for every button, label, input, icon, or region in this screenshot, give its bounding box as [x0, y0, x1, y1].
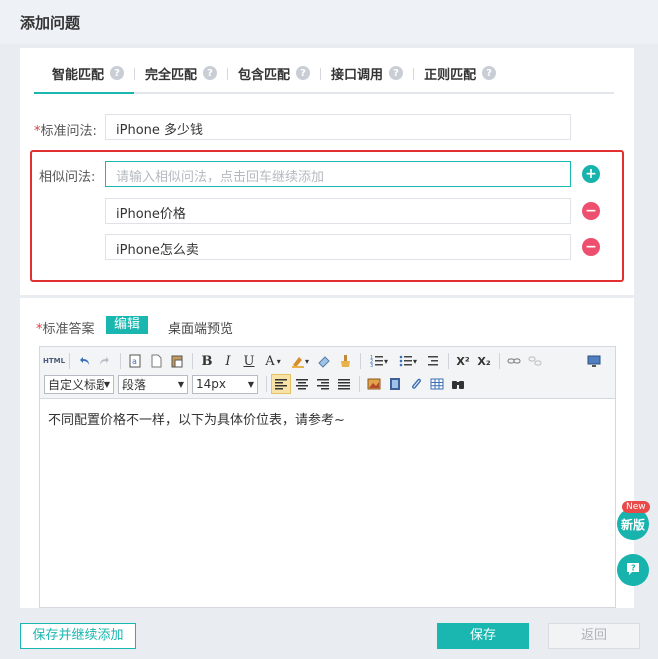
heading-select[interactable]: 自定义标题 ▼ — [44, 374, 114, 394]
answer-panel: *标准答案 编辑 桌面端预览 HTML a B I U A ▾ ▾ 1 2 3 … — [20, 298, 634, 608]
standard-answer-label: *标准答案 — [36, 318, 95, 337]
link-icon[interactable] — [504, 351, 524, 371]
dialog-title: 添加问题 — [0, 0, 658, 44]
superscript-button[interactable]: X² — [453, 351, 473, 371]
save-button[interactable]: 保存 — [437, 623, 529, 649]
similar-question-item[interactable]: iPhone怎么卖 — [105, 234, 571, 260]
add-similar-question-button[interactable]: + — [582, 165, 600, 183]
font-size-select-value: 14px — [196, 377, 226, 391]
desktop-preview-tab[interactable]: 桌面端预览 — [168, 318, 233, 337]
font-size-select[interactable]: 14px ▼ — [192, 374, 258, 394]
unlink-icon[interactable] — [525, 351, 545, 371]
tab-contains-match[interactable]: 包含匹配 ? — [228, 64, 320, 94]
html-source-button[interactable]: HTML — [43, 351, 65, 371]
rich-text-editor: HTML a B I U A ▾ ▾ 1 2 3 ▾ ▾ X² X₂ 自定义标题… — [39, 346, 616, 608]
back-button[interactable]: 返回 — [548, 623, 640, 649]
tab-label: 接口调用 — [331, 68, 384, 83]
unordered-list-icon[interactable]: ▾ — [394, 351, 422, 371]
similar-question-item[interactable]: iPhone价格 — [105, 198, 571, 224]
editor-content[interactable]: 不同配置价格不一样，以下为具体价位表，请参考~ — [48, 409, 345, 428]
paste-icon[interactable] — [167, 351, 187, 371]
toolbar-divider — [192, 353, 193, 369]
editor-toolbar: HTML a B I U A ▾ ▾ 1 2 3 ▾ ▾ X² X₂ 自定义标题… — [40, 347, 615, 399]
search-replace-icon[interactable] — [448, 374, 468, 394]
match-type-tabs: 智能匹配 ? 完全匹配 ? 包含匹配 ? 接口调用 ? 正则匹配 ? — [34, 64, 614, 94]
image-icon[interactable] — [364, 374, 384, 394]
font-color-label: A — [265, 353, 275, 369]
toolbar-row: HTML a B I U A ▾ ▾ 1 2 3 ▾ ▾ X² X₂ — [43, 350, 605, 372]
save-and-continue-button[interactable]: 保存并继续添加 — [20, 623, 136, 649]
align-justify-icon[interactable] — [334, 374, 354, 394]
fullscreen-icon[interactable] — [584, 351, 604, 371]
heading-select-value: 自定义标题 — [48, 377, 104, 392]
tab-label: 包含匹配 — [238, 68, 291, 83]
edit-mode-tab[interactable]: 编辑 — [106, 316, 149, 334]
question-icon: ? — [625, 561, 641, 580]
dialog-footer: 保存并继续添加 保存 返回 — [0, 608, 658, 659]
question-panel: 智能匹配 ? 完全匹配 ? 包含匹配 ? 接口调用 ? 正则匹配 ? *标准问法… — [20, 48, 634, 295]
standard-question-label-text: 标准问法: — [40, 124, 97, 139]
underline-button[interactable]: U — [239, 351, 259, 371]
help-icon[interactable]: ? — [482, 66, 497, 80]
new-document-icon[interactable] — [146, 351, 166, 371]
toolbar-row: 自定义标题 ▼ 段落 ▼ 14px ▼ — [44, 373, 469, 395]
font-color-button[interactable]: A ▾ — [260, 351, 286, 371]
standard-question-input[interactable]: iPhone 多少钱 — [105, 114, 571, 140]
align-right-icon[interactable] — [313, 374, 333, 394]
help-icon[interactable]: ? — [110, 66, 125, 80]
help-chat-button[interactable]: ? — [617, 554, 649, 586]
svg-text:a: a — [132, 357, 137, 366]
redo-icon[interactable] — [95, 351, 115, 371]
paragraph-select[interactable]: 段落 ▼ — [118, 374, 188, 394]
attachment-icon[interactable] — [406, 374, 426, 394]
help-icon[interactable]: ? — [203, 66, 218, 80]
standard-answer-label-text: 标准答案 — [42, 322, 95, 337]
video-icon[interactable] — [385, 374, 405, 394]
undo-icon[interactable] — [74, 351, 94, 371]
paragraph-select-value: 段落 — [122, 377, 147, 392]
paste-text-icon[interactable]: a — [125, 351, 145, 371]
toolbar-divider — [359, 376, 360, 392]
remove-similar-question-button[interactable]: − — [582, 202, 600, 220]
ordered-list-icon[interactable]: 1 2 3 ▾ — [365, 351, 393, 371]
toolbar-divider — [360, 353, 361, 369]
toolbar-divider — [448, 353, 449, 369]
italic-button[interactable]: I — [218, 351, 238, 371]
align-left-icon[interactable] — [271, 374, 291, 394]
format-painter-icon[interactable] — [335, 351, 355, 371]
eraser-icon[interactable] — [314, 351, 334, 371]
svg-text:3: 3 — [370, 363, 373, 368]
indent-icon[interactable] — [423, 351, 443, 371]
standard-question-label: *标准问法: — [34, 120, 97, 139]
highlight-color-icon[interactable]: ▾ — [287, 351, 313, 371]
similar-question-input[interactable]: 请输入相似问法，点击回车继续添加 — [105, 161, 571, 187]
table-icon[interactable] — [427, 374, 447, 394]
tab-api-call[interactable]: 接口调用 ? — [321, 64, 413, 94]
toolbar-divider — [499, 353, 500, 369]
tab-smart-match[interactable]: 智能匹配 ? — [34, 64, 135, 94]
toolbar-divider — [120, 353, 121, 369]
tab-regex-match[interactable]: 正则匹配 ? — [414, 64, 506, 94]
tab-exact-match[interactable]: 完全匹配 ? — [135, 64, 227, 94]
align-center-icon[interactable] — [292, 374, 312, 394]
help-icon[interactable]: ? — [296, 66, 311, 80]
similar-questions-label: 相似问法: — [39, 170, 96, 185]
help-icon[interactable]: ? — [389, 66, 404, 80]
tab-label: 完全匹配 — [145, 68, 198, 83]
svg-text:?: ? — [631, 563, 636, 572]
bold-button[interactable]: B — [197, 351, 217, 371]
subscript-button[interactable]: X₂ — [474, 351, 494, 371]
new-badge: New — [622, 501, 650, 513]
tab-label: 智能匹配 — [52, 68, 105, 83]
remove-similar-question-button[interactable]: − — [582, 238, 600, 256]
toolbar-divider — [69, 353, 70, 369]
toolbar-divider — [266, 376, 267, 392]
tab-label: 正则匹配 — [424, 68, 477, 83]
